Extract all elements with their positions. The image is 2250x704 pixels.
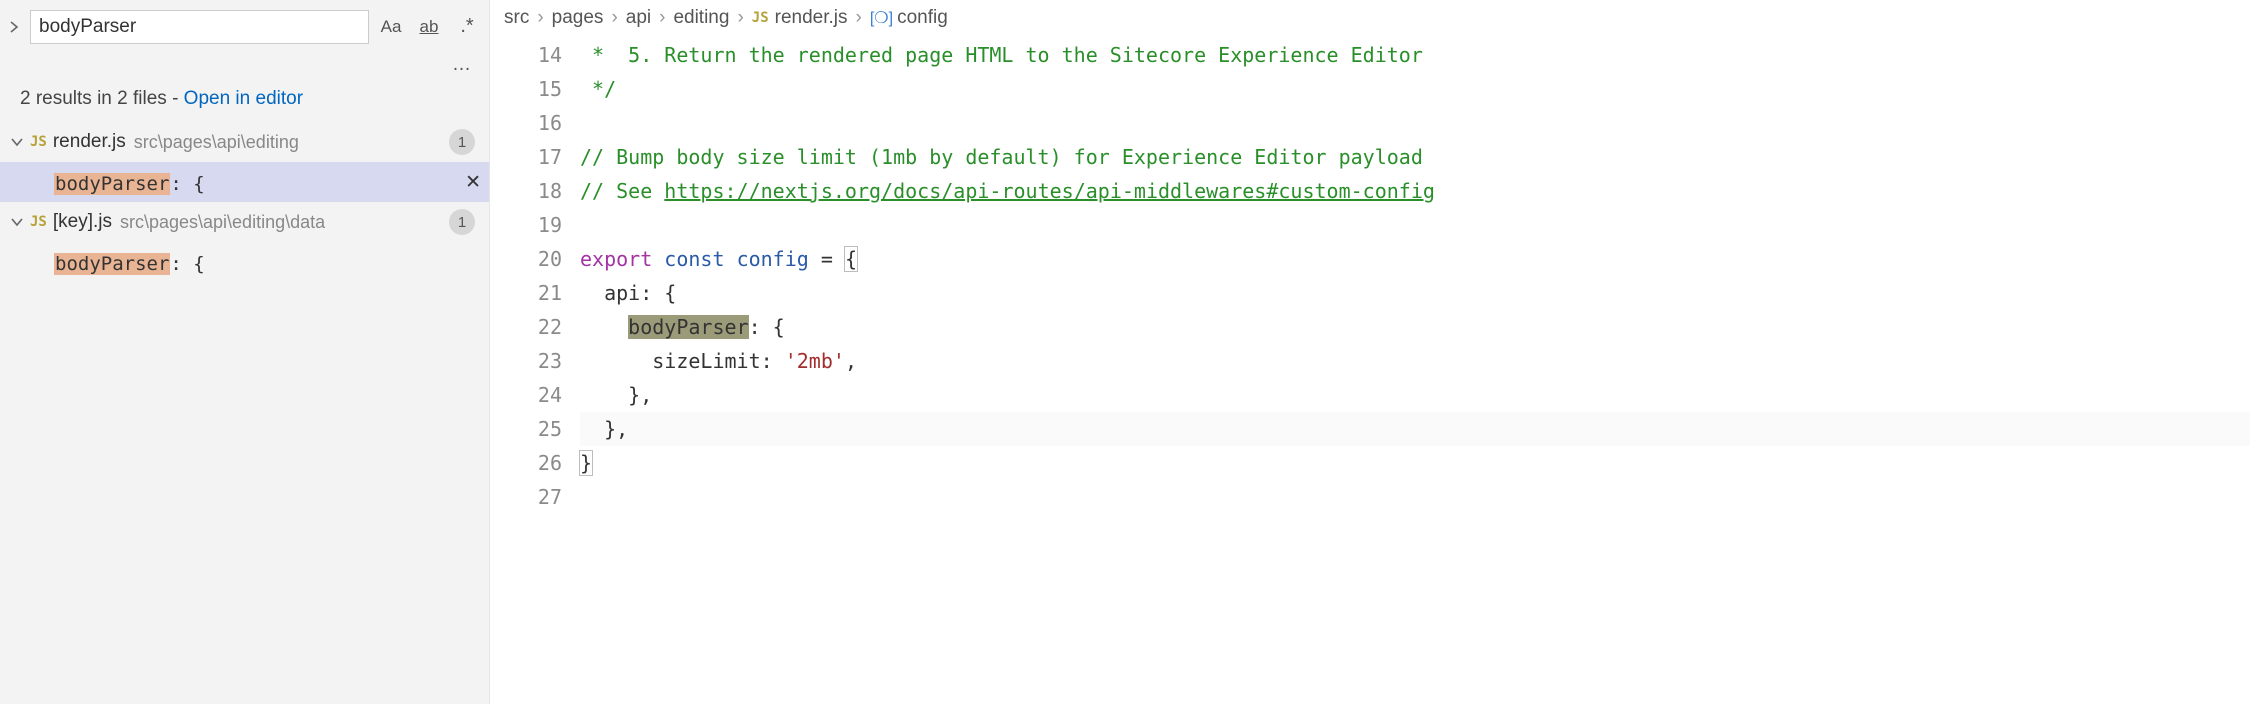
result-file-row[interactable]: JS render.js src\pages\api\editing 1 (0, 122, 489, 162)
open-in-editor-link[interactable]: Open in editor (184, 88, 303, 109)
js-file-icon: JS (30, 214, 47, 230)
breadcrumb-part[interactable]: editing (673, 7, 729, 29)
results-count-text: 2 results in 2 files - (20, 88, 184, 109)
code-area[interactable]: 1415161718192021222324252627 * 5. Return… (490, 34, 2250, 704)
expand-search-icon[interactable] (2, 15, 26, 39)
editor-pane: src› pages› api› editing› JS render.js› … (490, 0, 2250, 704)
search-panel: Aa ab .* … 2 results in 2 files - Open i… (0, 0, 490, 704)
breadcrumb-symbol[interactable]: config (897, 7, 948, 29)
whole-word-toggle[interactable]: ab (415, 16, 443, 38)
line-number-gutter: 1415161718192021222324252627 (490, 34, 580, 704)
result-count-badge: 1 (449, 209, 475, 235)
more-actions-icon[interactable]: … (0, 54, 489, 84)
result-match-text: bodyParser: { (54, 243, 481, 281)
result-file-name: [key].js (53, 211, 112, 233)
chevron-down-icon (8, 216, 26, 228)
search-options: Aa ab .* (369, 16, 481, 38)
breadcrumb-part[interactable]: api (626, 7, 651, 29)
code-content[interactable]: * 5. Return the rendered page HTML to th… (580, 34, 2250, 704)
regex-toggle[interactable]: .* (453, 15, 481, 37)
result-file-path: src\pages\api\editing\data (120, 212, 325, 233)
js-file-icon: JS (752, 10, 769, 26)
breadcrumb-part[interactable]: src (504, 7, 529, 29)
result-file-path: src\pages\api\editing (134, 132, 299, 153)
result-match-row[interactable]: bodyParser: { (0, 242, 489, 282)
js-file-icon: JS (30, 134, 47, 150)
symbol-icon: [❍] (870, 8, 893, 28)
result-file-name: render.js (53, 131, 126, 153)
breadcrumb-part[interactable]: pages (552, 7, 604, 29)
search-input[interactable] (30, 10, 369, 44)
breadcrumb[interactable]: src› pages› api› editing› JS render.js› … (490, 0, 2250, 34)
result-match-row[interactable]: bodyParser: { ✕ (0, 162, 489, 202)
result-match-text: bodyParser: { (54, 163, 465, 201)
match-case-toggle[interactable]: Aa (377, 16, 405, 38)
result-file-row[interactable]: JS [key].js src\pages\api\editing\data 1 (0, 202, 489, 242)
dismiss-match-icon[interactable]: ✕ (465, 171, 481, 194)
breadcrumb-file[interactable]: render.js (775, 7, 848, 29)
result-count-badge: 1 (449, 129, 475, 155)
results-summary: 2 results in 2 files - Open in editor (0, 84, 489, 122)
search-row: Aa ab .* (0, 6, 489, 54)
chevron-down-icon (8, 136, 26, 148)
